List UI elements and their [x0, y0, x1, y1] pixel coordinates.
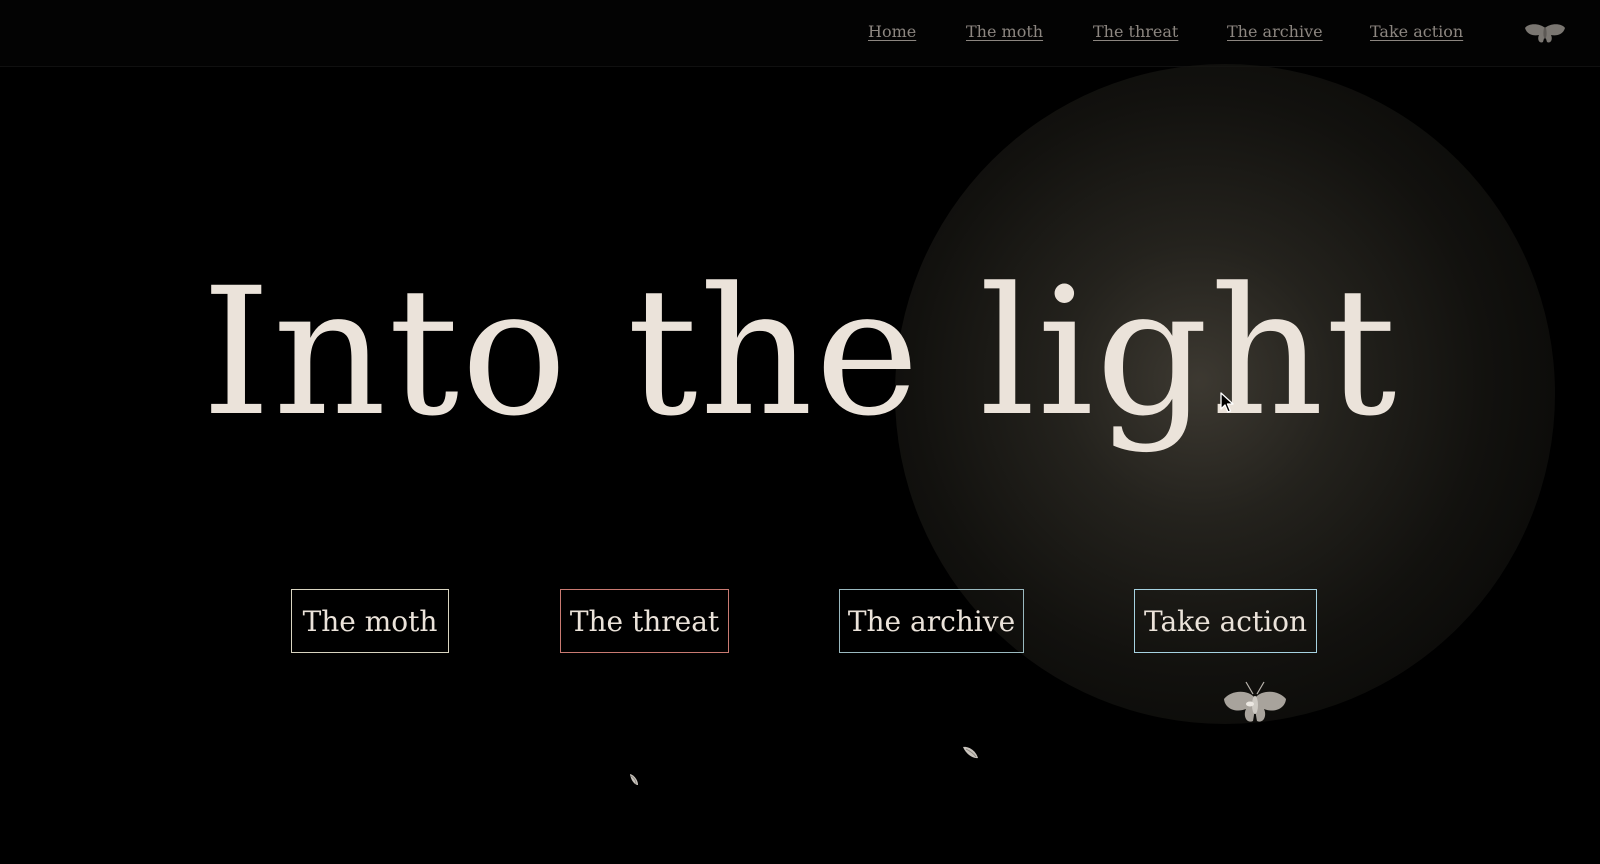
take-action-button[interactable]: Take action	[1134, 589, 1317, 653]
the-moth-button[interactable]: The moth	[291, 589, 449, 653]
moth-icon	[963, 746, 978, 759]
nav-links: Home The moth The threat The archive Tak…	[0, 22, 1600, 46]
moth-icon[interactable]	[1524, 22, 1566, 46]
nav-link-take-action[interactable]: Take action	[1370, 22, 1463, 41]
moth-icon	[1224, 681, 1286, 722]
top-navigation: Home The moth The threat The archive Tak…	[0, 0, 1600, 67]
mouse-cursor-icon	[1220, 392, 1234, 413]
moth-icon	[630, 774, 638, 785]
nav-link-the-moth[interactable]: The moth	[966, 22, 1043, 41]
nav-link-the-threat[interactable]: The threat	[1093, 22, 1178, 41]
hero-title: Into the light	[201, 250, 1399, 455]
nav-link-home[interactable]: Home	[868, 22, 916, 41]
nav-link-the-archive[interactable]: The archive	[1227, 22, 1323, 41]
the-threat-button[interactable]: The threat	[560, 589, 729, 653]
the-archive-button[interactable]: The archive	[839, 589, 1024, 653]
